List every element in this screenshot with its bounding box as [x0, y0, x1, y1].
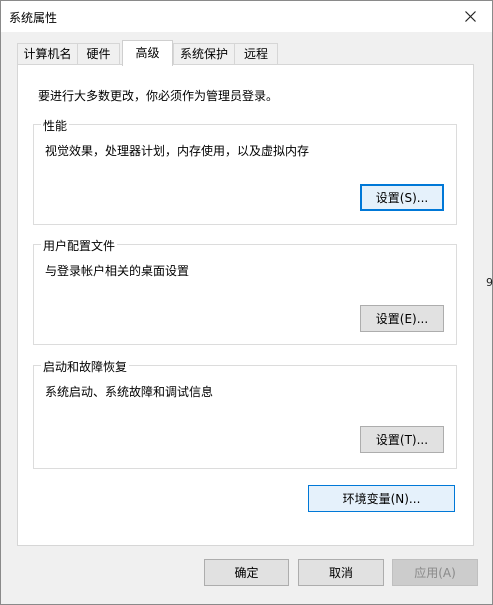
performance-settings-button[interactable]: 设置(S)...	[360, 184, 444, 211]
apply-button[interactable]: 应用(A)	[392, 559, 478, 586]
user-profiles-group-title: 用户配置文件	[41, 237, 118, 254]
tab-hardware[interactable]: 硬件	[77, 43, 120, 64]
tab-advanced[interactable]: 高级	[122, 40, 173, 66]
startup-recovery-group-title: 启动和故障恢复	[41, 358, 130, 375]
tab-remote[interactable]: 远程	[234, 43, 278, 64]
user-profiles-description: 与登录帐户相关的桌面设置	[45, 264, 190, 278]
startup-recovery-description: 系统启动、系统故障和调试信息	[45, 385, 214, 399]
performance-group: 性能 视觉效果，处理器计划，内存使用，以及虚拟内存 设置(S)...	[33, 117, 457, 225]
background-text-fragment: 9	[486, 276, 493, 289]
performance-description: 视觉效果，处理器计划，内存使用，以及虚拟内存	[45, 144, 310, 158]
tab-computer-name[interactable]: 计算机名	[17, 43, 78, 64]
window-title: 系统属性	[9, 11, 58, 25]
advanced-tab-panel: 要进行大多数更改，你必须作为管理员登录。 性能 视觉效果，处理器计划，内存使用，…	[17, 64, 474, 546]
startup-recovery-settings-button[interactable]: 设置(T)...	[360, 426, 444, 453]
close-button[interactable]	[448, 1, 492, 32]
ok-button[interactable]: 确定	[204, 559, 289, 586]
environment-variables-button[interactable]: 环境变量(N)...	[308, 485, 455, 512]
title-bar[interactable]: 系统属性	[1, 1, 492, 32]
performance-group-title: 性能	[41, 117, 70, 134]
system-properties-dialog: 系统属性 计算机名 硬件 高级 系统保护 远程 要进行大多数更改，你必须作为管理…	[0, 0, 493, 605]
startup-recovery-group: 启动和故障恢复 系统启动、系统故障和调试信息 设置(T)...	[33, 358, 457, 469]
tab-system-protection[interactable]: 系统保护	[173, 43, 235, 64]
user-profiles-settings-button[interactable]: 设置(E)...	[360, 305, 444, 332]
admin-notice: 要进行大多数更改，你必须作为管理员登录。	[38, 89, 279, 103]
cancel-button[interactable]: 取消	[298, 559, 384, 586]
close-icon	[464, 11, 476, 22]
user-profiles-group: 用户配置文件 与登录帐户相关的桌面设置 设置(E)...	[33, 237, 457, 345]
